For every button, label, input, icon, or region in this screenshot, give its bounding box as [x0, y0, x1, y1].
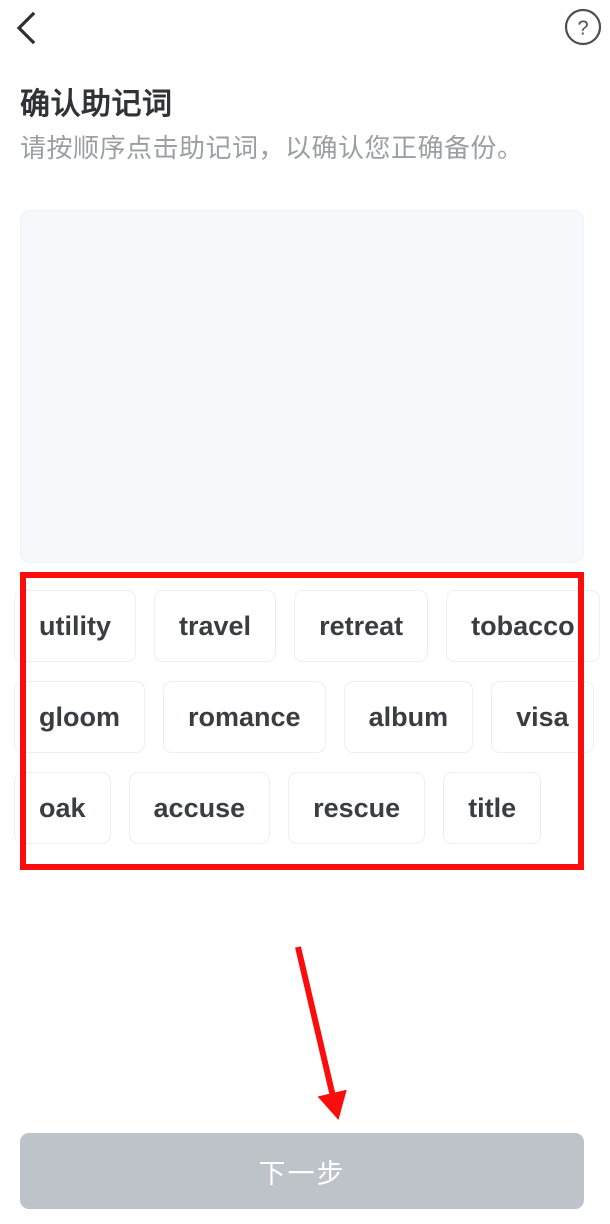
next-step-button[interactable]: 下一步	[20, 1133, 584, 1209]
word-chip-tobacco[interactable]: tobacco	[446, 590, 600, 662]
word-chip-travel[interactable]: travel	[154, 590, 277, 662]
top-navigation-bar: ?	[0, 0, 610, 58]
word-chip-visa[interactable]: visa	[491, 681, 594, 753]
svg-text:?: ?	[577, 18, 588, 40]
word-bank-row: gloom romance album visa	[14, 681, 594, 753]
chevron-left-icon	[13, 11, 39, 45]
word-chip-gloom[interactable]: gloom	[14, 681, 145, 753]
page-title: 确认助记词	[20, 88, 173, 121]
question-mark-circle-icon: ?	[563, 7, 603, 47]
word-chip-rescue[interactable]: rescue	[288, 772, 426, 844]
selected-words-panel[interactable]	[20, 210, 584, 563]
word-chip-oak[interactable]: oak	[14, 772, 111, 844]
back-button[interactable]	[2, 2, 50, 54]
page-subtitle: 请按顺序点击助记词，以确认您正确备份。	[20, 133, 524, 163]
help-button[interactable]: ?	[560, 4, 606, 50]
word-bank: utility travel retreat tobacco gloom romance a…	[14, 590, 600, 854]
word-chip-retreat[interactable]: retreat	[294, 590, 429, 662]
word-chip-title[interactable]: title	[443, 772, 542, 844]
word-bank-row: oak accuse rescue title	[14, 772, 590, 844]
word-chip-romance[interactable]: romance	[163, 681, 326, 753]
word-chip-accuse[interactable]: accuse	[128, 772, 271, 844]
word-bank-row: utility travel retreat tobacco	[14, 590, 600, 662]
word-chip-album[interactable]: album	[343, 681, 474, 753]
word-chip-utility[interactable]: utility	[14, 590, 136, 662]
